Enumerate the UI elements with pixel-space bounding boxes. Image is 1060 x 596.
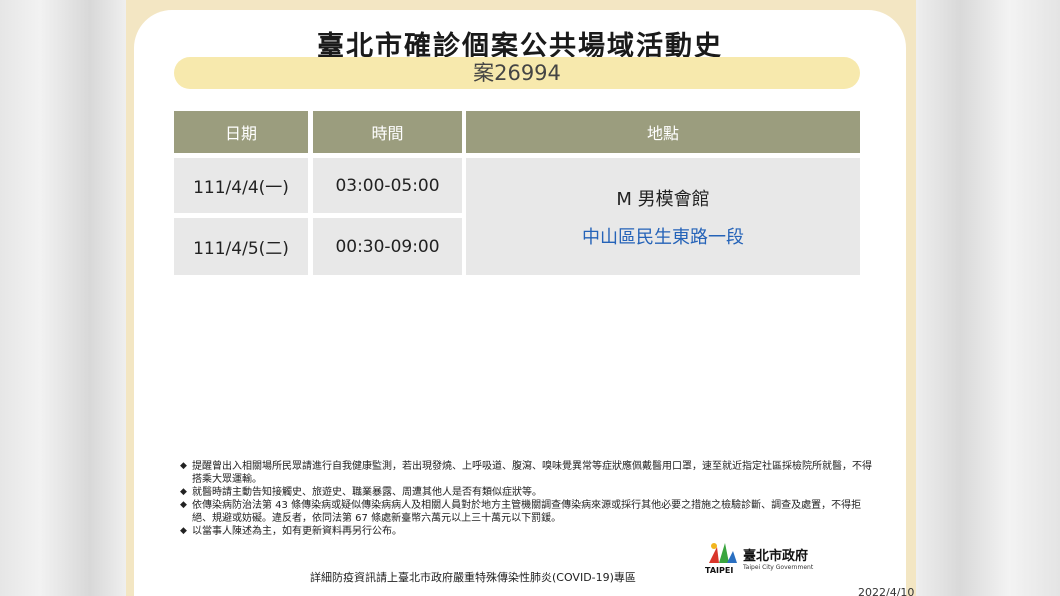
logo-name-cn: 臺北市政府 xyxy=(743,549,809,564)
case-number-badge: 案26994 xyxy=(174,57,860,89)
note-item: 依傳染病防治法第 43 條傳染病或疑似傳染病病人及相關人員對於地方主管機關調查傳… xyxy=(180,499,880,525)
poster-card: 臺北市確診個案公共場域活動史 案26994 日期 時間 地點 111/4/4(一… xyxy=(134,10,914,596)
row2-date: 111/4/5(二) xyxy=(174,218,308,275)
taipei-logo: TAIPEI 臺北市政府 Taipei City Government xyxy=(705,541,825,575)
header-time: 時間 xyxy=(313,111,462,153)
footer-info: 詳細防疫資訊請上臺北市政府嚴重特殊傳染性肺炎(COVID-19)專區 xyxy=(310,571,636,584)
header-date: 日期 xyxy=(174,111,308,153)
note-item: 就醫時請主動告知接觸史、旅遊史、職業暴露、周遭其他人是否有類似症狀等。 xyxy=(180,486,880,499)
row1-date: 111/4/4(一) xyxy=(174,158,308,213)
note-item: 以當事人陳述為主，如有更新資料再另行公布。 xyxy=(180,525,880,538)
header-location: 地點 xyxy=(466,111,860,153)
row1-time: 03:00-05:00 xyxy=(313,158,462,213)
location-cell: M 男模會館 中山區民生東路一段 xyxy=(466,158,860,275)
logo-mark-text: TAIPEI xyxy=(705,566,734,575)
place-name: M 男模會館 xyxy=(616,188,710,210)
publish-date: 2022/4/10 xyxy=(858,586,915,596)
note-item: 提醒曾出入相關場所民眾請進行自我健康監測，若出現發燒、上呼吸道、腹瀉、嗅味覺異常… xyxy=(180,460,880,486)
taipei-logo-icon: TAIPEI xyxy=(705,541,739,575)
row2-time: 00:30-09:00 xyxy=(313,218,462,275)
place-address: 中山區民生東路一段 xyxy=(582,226,744,248)
notes-list: 提醒曾出入相關場所民眾請進行自我健康監測，若出現發燒、上呼吸道、腹瀉、嗅味覺異常… xyxy=(180,460,880,538)
logo-name-en: Taipei City Government xyxy=(743,564,814,571)
